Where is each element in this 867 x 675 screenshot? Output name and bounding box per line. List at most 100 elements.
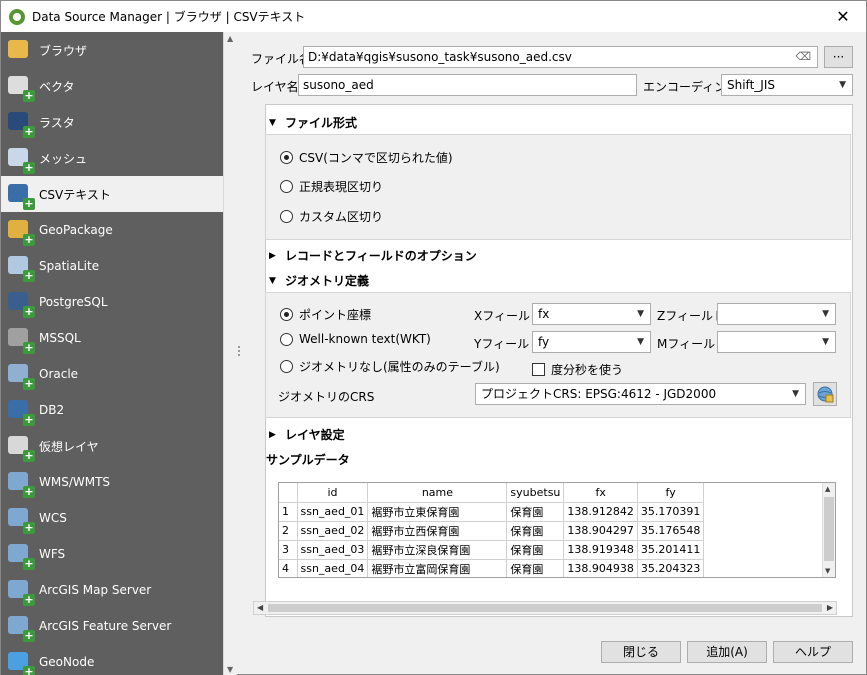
close-icon[interactable]: ✕ [820, 1, 866, 32]
layer-settings-header[interactable]: ▶ レイヤ設定 [269, 426, 345, 443]
sidebar-item[interactable]: + WCS [1, 500, 223, 536]
horizontal-scrollbar[interactable]: ◀ ▶ [253, 601, 837, 615]
scroll-down-icon[interactable]: ▼ [227, 665, 233, 674]
splitter-handle[interactable] [238, 346, 240, 356]
table-vertical-scrollbar[interactable]: ▲ ▼ [822, 483, 835, 577]
plus-icon: + [23, 629, 35, 642]
sidebar-item[interactable]: + SpatiaLite [1, 248, 223, 284]
sidebar-item[interactable]: + メッシュ [1, 140, 223, 176]
file-path-input[interactable]: D:¥data¥qgis¥susono_task¥susono_aed.csv … [303, 46, 818, 68]
scroll-left-icon[interactable]: ◀ [257, 602, 263, 614]
virtual-layer-icon: + [5, 432, 35, 462]
sidebar-item[interactable]: + ラスタ [1, 104, 223, 140]
plus-icon: + [23, 233, 35, 246]
table-row[interactable]: 2 ssn_aed_02 裾野市立西保育園 保育園 138.904297 35.17654… [279, 521, 705, 541]
crs-selector-button[interactable] [813, 382, 837, 406]
sidebar-item[interactable]: + ArcGIS Map Server [1, 572, 223, 608]
column-header[interactable]: fy [637, 483, 705, 503]
sidebar: ブラウザ + ベクタ + ラスタ + メッシュ + CSVテキスト + GeoPackage + Spa… [1, 32, 223, 675]
table-cell[interactable]: ssn_aed_02 [297, 521, 369, 541]
table-cell[interactable]: 裾野市立深良保育園 [367, 540, 508, 560]
table-cell[interactable]: 裾野市立東保育園 [367, 502, 508, 522]
column-header[interactable]: id [297, 483, 369, 503]
add-button[interactable]: 追加(A) [687, 641, 767, 663]
help-button[interactable]: ヘルプ [773, 641, 853, 663]
table-cell[interactable]: 保育園 [506, 559, 565, 577]
column-header[interactable]: fx [563, 483, 638, 503]
table-cell[interactable]: ssn_aed_04 [297, 559, 369, 577]
encoding-select[interactable]: Shift_JIS ▼ [721, 74, 853, 96]
table-cell[interactable]: 138.912842 [563, 502, 638, 522]
sidebar-item-label: WMS/WMTS [39, 475, 111, 489]
scroll-up-icon[interactable]: ▲ [825, 485, 830, 493]
m-field-select[interactable]: ▼ [717, 331, 836, 353]
row-number[interactable]: 2 [279, 521, 298, 541]
y-field-select[interactable]: fy ▼ [532, 331, 651, 353]
sample-data-table[interactable]: id name syubetsu fx fy 1 ssn_aed_01 裾野市立東保… [278, 482, 836, 578]
sidebar-item-label: メッシュ [39, 151, 88, 166]
sidebar-item[interactable]: + PostgreSQL [1, 284, 223, 320]
x-field-select[interactable]: fx ▼ [532, 303, 651, 325]
row-number[interactable]: 1 [279, 502, 298, 522]
radio-point-coords[interactable]: ポイント座標 [280, 306, 371, 323]
browse-button[interactable]: ··· [824, 46, 853, 68]
sidebar-item[interactable]: + GeoPackage [1, 212, 223, 248]
table-cell[interactable]: ssn_aed_01 [297, 502, 369, 522]
crs-select[interactable]: プロジェクトCRS: EPSG:4612 - JGD2000 ▼ [475, 383, 806, 405]
collapse-triangle-icon: ▼ [269, 117, 276, 128]
row-number[interactable]: 3 [279, 540, 298, 560]
file-format-header[interactable]: ▼ ファイル形式 [269, 114, 357, 131]
dms-checkbox[interactable]: 度分秒を使う [532, 361, 623, 378]
table-cell[interactable]: ssn_aed_03 [297, 540, 369, 560]
sidebar-item[interactable]: ブラウザ [1, 32, 223, 68]
column-header[interactable]: name [367, 483, 508, 503]
table-cell[interactable]: 35.204323 [637, 559, 705, 577]
row-number[interactable]: 4 [279, 559, 298, 577]
raster-icon: + [5, 108, 35, 138]
table-cell[interactable]: 裾野市立西保育園 [367, 521, 508, 541]
radio-custom[interactable]: カスタム区切り [280, 208, 383, 225]
table-row[interactable]: 1 ssn_aed_01 裾野市立東保育園 保育園 138.912842 35.17039… [279, 502, 705, 522]
table-row[interactable]: 3 ssn_aed_03 裾野市立深良保育園 保育園 138.919348 35.2014… [279, 540, 705, 560]
radio-regex[interactable]: 正規表現区切り [280, 178, 383, 195]
column-header[interactable]: syubetsu [506, 483, 565, 503]
clear-icon[interactable]: ⌫ [795, 47, 811, 67]
records-fields-header[interactable]: ▶ レコードとフィールドのオプション [269, 247, 477, 264]
scroll-thumb[interactable] [824, 497, 834, 561]
sidebar-item[interactable]: + CSVテキスト [1, 176, 223, 212]
scroll-thumb[interactable] [268, 604, 822, 612]
sidebar-item[interactable]: + WMS/WMTS [1, 464, 223, 500]
sidebar-item[interactable]: + GeoNode [1, 644, 223, 675]
table-cell[interactable]: 138.904297 [563, 521, 638, 541]
sidebar-scrollbar[interactable]: ▲ ▼ [223, 32, 237, 675]
table-cell[interactable]: 保育園 [506, 502, 565, 522]
scroll-down-icon[interactable]: ▼ [825, 567, 830, 575]
table-cell[interactable]: 裾野市立富岡保育園 [367, 559, 508, 577]
table-cell[interactable]: 138.904938 [563, 559, 638, 577]
sidebar-item[interactable]: + Oracle [1, 356, 223, 392]
z-field-select[interactable]: ▼ [717, 303, 836, 325]
close-button[interactable]: 閉じる [601, 641, 681, 663]
table-row[interactable]: 4 ssn_aed_04 裾野市立富岡保育園 保育園 138.904938 35.2043… [279, 559, 705, 577]
file-name-label: ファイル名 [251, 52, 312, 66]
layer-name-input[interactable]: susono_aed [298, 74, 637, 96]
radio-wkt[interactable]: Well-known text(WKT) [280, 332, 431, 346]
scroll-up-icon[interactable]: ▲ [227, 34, 233, 43]
sample-data-header: サンプルデータ [266, 453, 350, 467]
table-cell[interactable]: 保育園 [506, 521, 565, 541]
sidebar-item[interactable]: + DB2 [1, 392, 223, 428]
radio-csv[interactable]: CSV(コンマで区切られた値) [280, 149, 453, 166]
scroll-right-icon[interactable]: ▶ [827, 602, 833, 614]
table-cell[interactable]: 35.201411 [637, 540, 705, 560]
sidebar-item[interactable]: + ベクタ [1, 68, 223, 104]
sidebar-item[interactable]: + 仮想レイヤ [1, 428, 223, 464]
table-cell[interactable]: 35.170391 [637, 502, 705, 522]
table-cell[interactable]: 138.919348 [563, 540, 638, 560]
table-cell[interactable]: 35.176548 [637, 521, 705, 541]
geometry-header[interactable]: ▼ ジオメトリ定義 [269, 272, 369, 289]
sidebar-item[interactable]: + ArcGIS Feature Server [1, 608, 223, 644]
table-cell[interactable]: 保育園 [506, 540, 565, 560]
radio-no-geometry[interactable]: ジオメトリなし(属性のみのテーブル) [280, 358, 500, 375]
sidebar-item[interactable]: + WFS [1, 536, 223, 572]
sidebar-item[interactable]: + MSSQL [1, 320, 223, 356]
